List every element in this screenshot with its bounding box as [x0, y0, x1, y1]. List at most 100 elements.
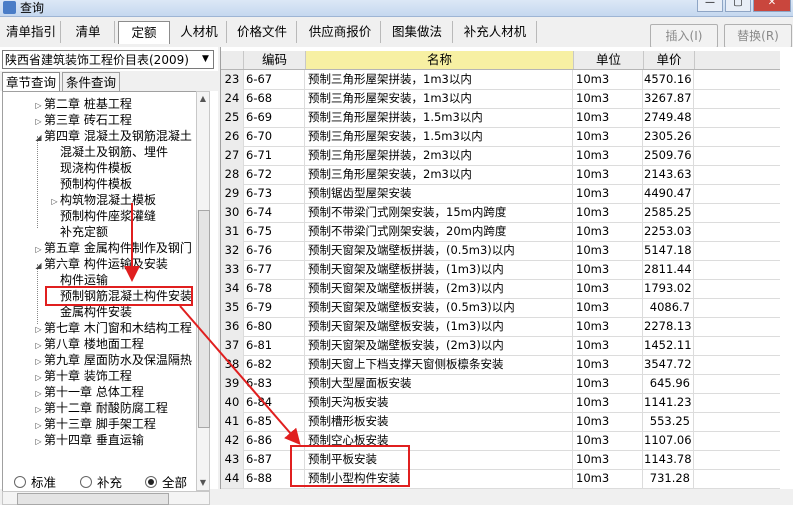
table-row[interactable]: 27 6-71 预制三角形屋架拼装，2m3以内 10m3 2509.76: [221, 146, 793, 166]
chevron-down-icon[interactable]: ▼: [198, 51, 213, 68]
table-row[interactable]: 29 6-73 预制锯齿型屋架安装 10m3 4490.47: [221, 184, 793, 204]
table-row[interactable]: 41 6-85 预制槽形板安装 10m3 553.25: [221, 412, 793, 432]
tree-node-label: 第六章 构件运输及安装: [44, 257, 168, 271]
row-index: 27: [221, 146, 244, 165]
radio-standard-dot[interactable]: [14, 475, 26, 488]
tree-node[interactable]: 补充定额: [49, 224, 108, 240]
radio-all[interactable]: 全部: [145, 472, 187, 491]
tab-quota[interactable]: 定额: [118, 21, 170, 44]
tab-supplier-quote[interactable]: 供应商报价: [300, 21, 381, 43]
tree-node-label: 第十二章 耐酸防腐工程: [44, 401, 168, 415]
row-index: 43: [221, 450, 244, 469]
tab-condition-query[interactable]: 条件查询: [62, 72, 120, 92]
tab-price-file[interactable]: 价格文件: [228, 21, 297, 43]
tree-vertical-scrollbar[interactable]: ▲ ▼: [196, 91, 210, 491]
tree-node[interactable]: ▷ 第二章 桩基工程: [33, 96, 131, 112]
radio-standard[interactable]: 标准: [14, 472, 56, 491]
tab-labor-material-machine[interactable]: 人材机: [172, 21, 227, 43]
table-row[interactable]: 39 6-83 预制大型屋面板安装 10m3 645.96: [221, 374, 793, 394]
row-index: 42: [221, 431, 244, 450]
minimize-icon[interactable]: —: [697, 0, 723, 12]
row-price: 1143.78: [644, 450, 694, 469]
table-row[interactable]: 26 6-70 预制三角形屋架安装，1.5m3以内 10m3 2305.26: [221, 127, 793, 147]
tree-node[interactable]: ▷ 第八章 楼地面工程: [33, 336, 143, 352]
tree-node[interactable]: 金属构件安装: [49, 304, 132, 320]
tree-node[interactable]: ▷ 第三章 砖石工程: [33, 112, 131, 128]
header-price[interactable]: 单价: [644, 51, 695, 69]
grid-vertical-scrollbar[interactable]: [780, 47, 793, 489]
tree-node[interactable]: 预制构件模板: [49, 176, 132, 192]
row-unit: 10m3: [574, 260, 643, 279]
table-row[interactable]: 23 6-67 预制三角形屋架拼装，1m3以内 10m3 4570.16: [221, 70, 793, 90]
table-row[interactable]: 33 6-77 预制天窗架及端壁板拼装，(1m3)以内 10m3 2811.44: [221, 260, 793, 280]
tree-node[interactable]: ▷ 第十二章 耐酸防腐工程: [33, 400, 168, 416]
table-row[interactable]: 31 6-75 预制不带梁门式刚架安装，20m内跨度 10m3 2253.03: [221, 222, 793, 242]
table-row[interactable]: 35 6-79 预制天窗架及端壁板安装，(0.5m3)以内 10m3 4086.7: [221, 298, 793, 318]
header-unit[interactable]: 单位: [574, 51, 644, 69]
tree-node[interactable]: 构件运输: [49, 272, 108, 288]
tree-horizontal-scrollbar[interactable]: [2, 491, 210, 505]
row-index: 38: [221, 355, 244, 374]
scroll-up-icon[interactable]: ▲: [197, 92, 209, 106]
table-row[interactable]: 44 6-88 预制小型构件安装 10m3 731.28: [221, 469, 793, 489]
table-row[interactable]: 40 6-84 预制天沟板安装 10m3 1141.23: [221, 393, 793, 413]
tree-scroll-thumb[interactable]: [198, 210, 210, 428]
tree-node[interactable]: 预制构件座浆灌缝: [49, 208, 156, 224]
expand-icon[interactable]: ▷: [33, 434, 44, 450]
tree-node[interactable]: 现浇构件模板: [49, 160, 132, 176]
tree-node[interactable]: ▷ 构筑物混凝土模板: [49, 192, 156, 208]
tab-atlas-method[interactable]: 图集做法: [382, 21, 453, 43]
radio-supplement-dot[interactable]: [80, 475, 92, 488]
table-row[interactable]: 42 6-86 预制空心板安装 10m3 1107.06: [221, 431, 793, 451]
table-row[interactable]: 34 6-78 预制天窗架及端壁板拼装，(2m3)以内 10m3 1793.02: [221, 279, 793, 299]
row-name: 预制平板安装: [306, 450, 573, 469]
tree-node[interactable]: ▷ 第十四章 垂直运输: [33, 432, 143, 450]
tree-node[interactable]: ▷ 第五章 金属构件制作及钢门: [33, 240, 192, 256]
close-icon[interactable]: ✕: [753, 0, 791, 12]
header-name[interactable]: 名称: [306, 51, 574, 69]
row-code: 6-69: [244, 108, 305, 127]
table-row[interactable]: 37 6-81 预制天窗架及端壁板安装，(2m3)以内 10m3 1452.11: [221, 336, 793, 356]
table-row[interactable]: 24 6-68 预制三角形屋架安装，1m3以内 10m3 3267.87: [221, 89, 793, 109]
tree-node[interactable]: ▷ 第十一章 总体工程: [33, 384, 143, 400]
table-row[interactable]: 32 6-76 预制天窗架及端壁板拼装，(0.5m3)以内 10m3 5147.18: [221, 241, 793, 261]
tree-node-label: 补充定额: [60, 225, 109, 239]
tab-list-guide[interactable]: 清单指引: [2, 21, 61, 43]
tree-node[interactable]: ▷ 第十章 装饰工程: [33, 368, 131, 384]
table-row[interactable]: 38 6-82 预制天窗上下档支撑天窗侧板檩条安装 10m3 3547.72: [221, 355, 793, 375]
tree-node[interactable]: ◢ 第六章 构件运输及安装: [33, 256, 168, 274]
table-row[interactable]: 28 6-72 预制三角形屋架安装，2m3以内 10m3 2143.63: [221, 165, 793, 185]
table-row[interactable]: 25 6-69 预制三角形屋架拼装，1.5m3以内 10m3 2749.48: [221, 108, 793, 128]
table-row[interactable]: 30 6-74 预制不带梁门式刚架安装，15m内跨度 10m3 2585.25: [221, 203, 793, 223]
tree-node[interactable]: ▷ 第七章 木门窗和木结构工程: [33, 320, 191, 336]
radio-all-dot[interactable]: [145, 475, 157, 488]
tree-node[interactable]: 混凝土及钢筋、埋件: [49, 144, 168, 160]
tree-node[interactable]: ◢ 第四章 混凝土及钢筋混凝土: [33, 128, 191, 146]
row-index: 25: [221, 108, 244, 127]
row-unit: 10m3: [574, 127, 643, 146]
table-row[interactable]: 43 6-87 预制平板安装 10m3 1143.78: [221, 450, 793, 470]
row-index: 33: [221, 260, 244, 279]
tab-supplement-material[interactable]: 补充人材机: [454, 21, 537, 43]
collapse-icon[interactable]: ◢: [33, 258, 44, 274]
insert-button[interactable]: 插入(I): [650, 24, 718, 48]
tree-node-label: 第五章 金属构件制作及钢门: [44, 241, 192, 255]
row-name: 预制三角形屋架安装，1m3以内: [306, 89, 573, 108]
tree-node[interactable]: ▷ 第九章 屋面防水及保温隔热: [33, 352, 191, 368]
library-select[interactable]: 陕西省建筑装饰工程价目表(2009) ▼: [2, 50, 214, 69]
replace-button[interactable]: 替换(R): [724, 24, 792, 48]
radio-supplement[interactable]: 补充: [80, 472, 122, 491]
tree-node[interactable]: ▷ 第十三章 脚手架工程: [33, 416, 155, 432]
tree-node[interactable]: 预制钢筋混凝土构件安装: [49, 288, 192, 304]
table-row[interactable]: 36 6-80 预制天窗架及端壁板安装，(1m3)以内 10m3 2278.13: [221, 317, 793, 337]
row-name: 预制小型构件安装: [306, 469, 573, 488]
collapse-icon[interactable]: ◢: [33, 130, 44, 146]
header-code[interactable]: 编码: [244, 51, 306, 69]
title-bar: 查询 — ▢ ✕: [0, 0, 793, 17]
tab-chapter-query[interactable]: 章节查询: [2, 72, 60, 92]
tab-list[interactable]: 清单: [62, 21, 115, 43]
tree-hscroll-thumb[interactable]: [17, 493, 169, 505]
tree-node-label: 混凝土及钢筋、埋件: [60, 145, 169, 159]
maximize-icon[interactable]: ▢: [725, 0, 751, 12]
row-unit: 10m3: [574, 241, 643, 260]
